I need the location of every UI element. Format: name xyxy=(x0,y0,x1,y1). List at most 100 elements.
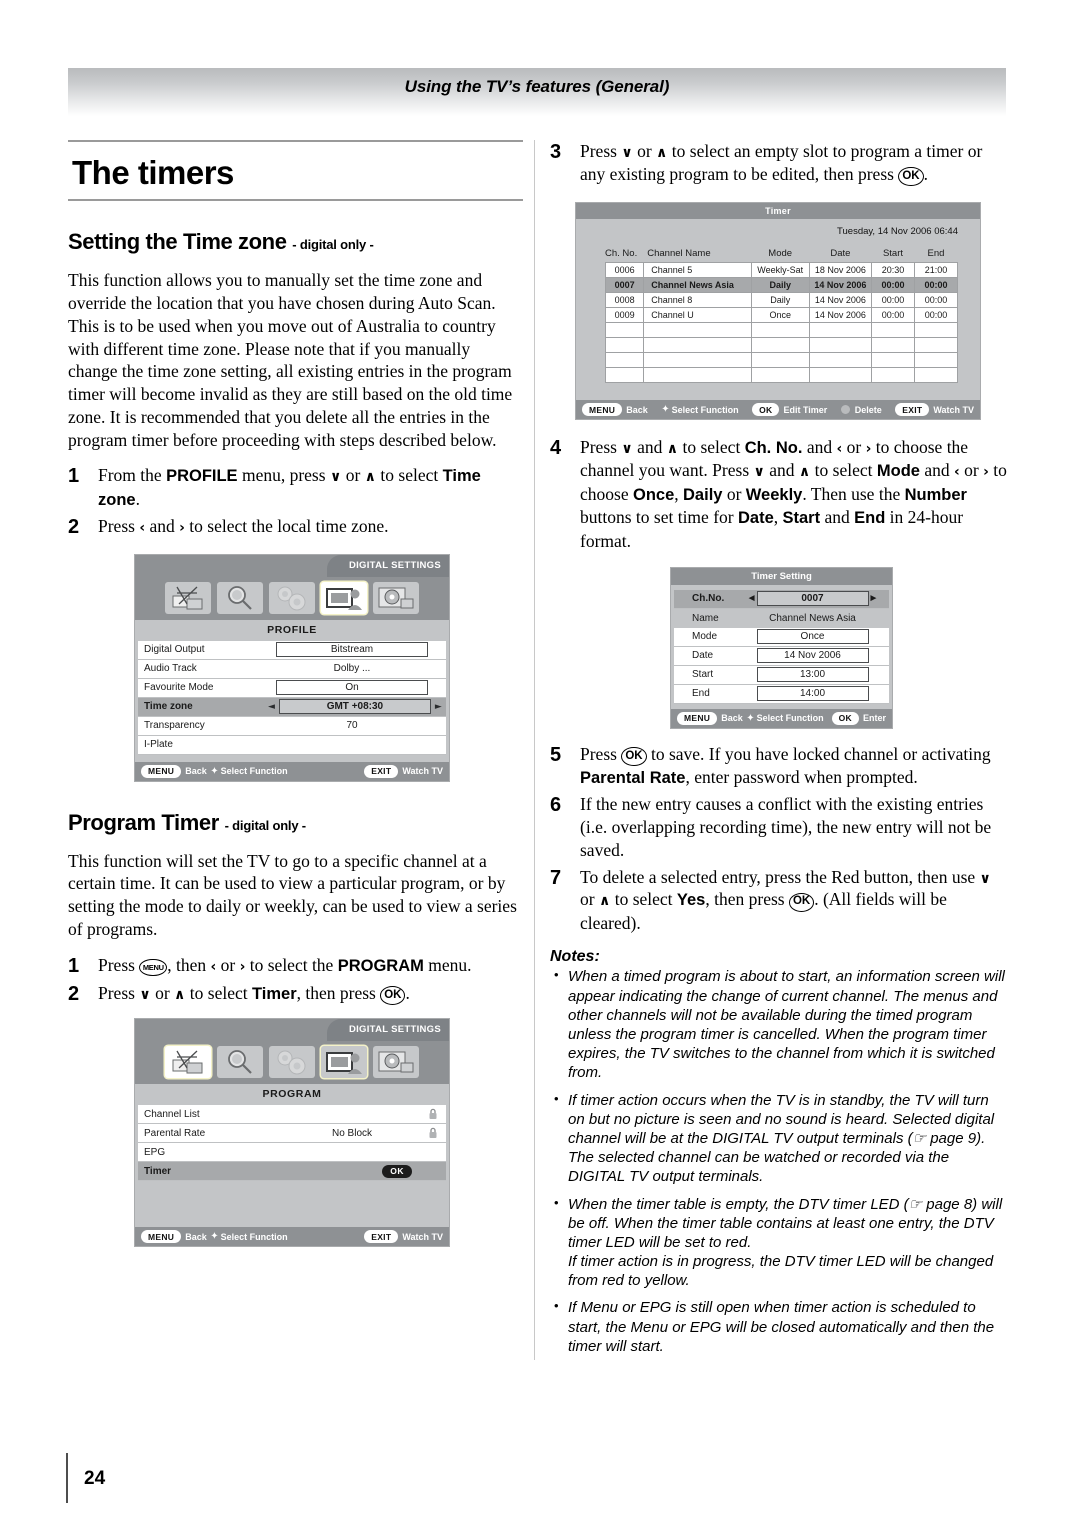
setting-row-end[interactable]: End 14:00 xyxy=(674,684,889,704)
osd-row-label: Digital Output xyxy=(144,644,205,656)
down-arrow-icon: ∨ xyxy=(621,441,633,458)
setting-row-mode[interactable]: Mode Once xyxy=(674,627,889,647)
setting-row-ch-no[interactable]: Ch.No. ◄ 0007 ► xyxy=(674,589,889,609)
osd-row-digital-output[interactable]: Digital Output Bitstream xyxy=(138,640,446,660)
settings-gears-icon[interactable] xyxy=(269,1046,315,1079)
osd-row-value[interactable]: On xyxy=(276,680,428,696)
timer-table-row[interactable] xyxy=(605,322,958,339)
av-disc-icon[interactable] xyxy=(373,1046,419,1079)
osd-row-transparency[interactable]: Transparency 70 xyxy=(138,716,446,736)
step-number: 2 xyxy=(68,982,80,1005)
program-timer-step-2: 2 Press ∨ or ∧ to select Timer, then pre… xyxy=(68,982,523,1006)
section-heading-program-timer-sub: - digital only - xyxy=(224,817,306,833)
osd-row-value[interactable]: GMT +08:30 xyxy=(278,699,431,715)
step-frag: to select xyxy=(610,889,677,910)
menu-key-pill[interactable]: MENU xyxy=(141,764,182,778)
setting-row-value[interactable]: 14:00 xyxy=(756,686,869,702)
step-frag: and xyxy=(919,460,954,481)
settings-gears-icon[interactable] xyxy=(269,581,315,614)
menu-key-pill[interactable]: MENU xyxy=(141,1230,182,1244)
lock-icon xyxy=(428,1108,438,1123)
timer-table-row[interactable] xyxy=(605,337,958,354)
time-zone-step-2: 2 Press ‹ and › to select the local time… xyxy=(68,515,523,539)
cell-ch-no: 0006 xyxy=(605,262,645,279)
timer-table-row[interactable] xyxy=(605,367,958,384)
red-button-icon[interactable] xyxy=(840,405,850,415)
right-arrow-icon[interactable]: ► xyxy=(431,702,446,712)
osd-row-timer[interactable]: Timer OK xyxy=(138,1162,446,1182)
cell-date: 14 Nov 2006 xyxy=(808,292,872,309)
left-arrow-icon[interactable]: ◄ xyxy=(747,593,757,604)
ok-badge[interactable]: OK xyxy=(382,1164,412,1178)
exit-key-pill[interactable]: EXIT xyxy=(364,1230,399,1244)
osd-row-parental-rate[interactable]: Parental Rate No Block xyxy=(138,1124,446,1144)
ok-key-pill[interactable]: OK xyxy=(752,403,780,417)
profile-tv-person-icon[interactable] xyxy=(321,581,367,614)
cell-date: 14 Nov 2006 xyxy=(808,307,872,324)
osd-row-epg[interactable]: EPG xyxy=(138,1143,446,1163)
cell-start: 20:30 xyxy=(870,262,915,279)
menu-key-pill[interactable]: MENU xyxy=(677,711,718,725)
step-frag: Press xyxy=(580,743,622,764)
setting-row-value[interactable]: 13:00 xyxy=(756,667,869,683)
step-text: To delete a selected entry, press the Re… xyxy=(580,866,1008,935)
program-timer-paragraph: This function will set the TV to go to a… xyxy=(68,850,517,939)
setting-row-date[interactable]: Date 14 Nov 2006 xyxy=(674,646,889,666)
setting-row-value[interactable]: 0007 xyxy=(756,591,869,607)
antenna-tuning-icon[interactable] xyxy=(165,1046,211,1079)
timer-table-row[interactable]: 0006 Channel 5 Weekly-Sat 18 Nov 2006 20… xyxy=(605,262,958,279)
osd-row-value[interactable]: Bitstream xyxy=(276,642,428,658)
osd-row-label: Time zone xyxy=(144,701,193,713)
osd-row-value-wrap: Dolby ... xyxy=(264,661,440,676)
setting-value-wrap: Channel News Asia xyxy=(736,613,889,624)
cell-mode: Once xyxy=(750,307,810,324)
left-column: The timers Setting the Time zone - digit… xyxy=(68,140,523,1248)
page-header-title: Using the TV’s features (General) xyxy=(404,77,670,96)
notes-title: Notes: xyxy=(550,948,600,966)
up-arrow-icon: ∧ xyxy=(364,469,377,486)
section-heading-program-timer-label: Program Timer xyxy=(68,809,219,835)
timer-setting-rows: Ch.No. ◄ 0007 ► Name Channel News Asia Mod… xyxy=(671,585,892,709)
setting-row-label: Ch.No. xyxy=(692,593,725,605)
profile-tv-person-icon[interactable] xyxy=(321,1046,367,1079)
cell-end: 00:00 xyxy=(913,292,958,309)
menu-key-icon: MENU xyxy=(139,958,168,977)
setting-row-value[interactable]: Once xyxy=(756,629,869,645)
step-frag: and xyxy=(145,516,180,537)
timer-table-row[interactable]: 0007 Channel News Asia Daily 14 Nov 2006… xyxy=(605,277,958,294)
menu-key-pill[interactable]: MENU xyxy=(582,403,623,417)
search-magnifier-icon[interactable] xyxy=(217,581,263,614)
setting-value-wrap: ◄ 0007 ► xyxy=(736,591,889,607)
step-frag: buttons to set time for xyxy=(580,507,738,528)
setting-row-start[interactable]: Start 13:00 xyxy=(674,665,889,685)
back-label: Back xyxy=(185,766,207,777)
left-arrow-icon[interactable]: ◄ xyxy=(264,702,279,712)
osd-filler xyxy=(135,1181,449,1228)
antenna-tuning-icon[interactable] xyxy=(165,581,211,614)
bullet-icon: • xyxy=(554,1090,559,1106)
right-arrow-icon[interactable]: ► xyxy=(869,593,879,604)
osd-row-favourite-mode[interactable]: Favourite Mode On xyxy=(138,678,446,698)
osd-row-audio-track[interactable]: Audio Track Dolby ... xyxy=(138,659,446,679)
setting-row-value: Channel News Asia xyxy=(769,612,856,624)
setting-row-value[interactable]: 14 Nov 2006 xyxy=(756,648,869,664)
step-number: 1 xyxy=(68,954,80,977)
exit-key-pill[interactable]: EXIT xyxy=(895,403,930,417)
timer-table-row[interactable]: 0008 Channel 8 Daily 14 Nov 2006 00:00 0… xyxy=(605,292,958,309)
exit-key-pill[interactable]: EXIT xyxy=(364,764,399,778)
note-text: When a timed program is about to start, … xyxy=(568,968,1005,1082)
step-frag: and xyxy=(802,437,837,458)
search-magnifier-icon[interactable] xyxy=(217,1046,263,1079)
av-disc-icon[interactable] xyxy=(373,581,419,614)
osd-row-i-plate[interactable]: I-Plate xyxy=(138,735,446,755)
step-number: 1 xyxy=(68,465,80,488)
timer-table-row[interactable]: 0009 Channel U Once 14 Nov 2006 00:00 00… xyxy=(605,307,958,324)
ok-key-pill[interactable]: OK xyxy=(831,711,859,725)
cell-end: 00:00 xyxy=(913,307,958,324)
timer-table-row[interactable] xyxy=(605,352,958,369)
step-frag: Press xyxy=(580,141,622,161)
osd-row-channel-list[interactable]: Channel List xyxy=(138,1105,446,1125)
dpad-icon: ✦ xyxy=(206,1231,219,1243)
osd-row-time-zone[interactable]: Time zone ◄ GMT +08:30 ► xyxy=(138,697,446,717)
up-arrow-icon: ∧ xyxy=(598,893,611,910)
